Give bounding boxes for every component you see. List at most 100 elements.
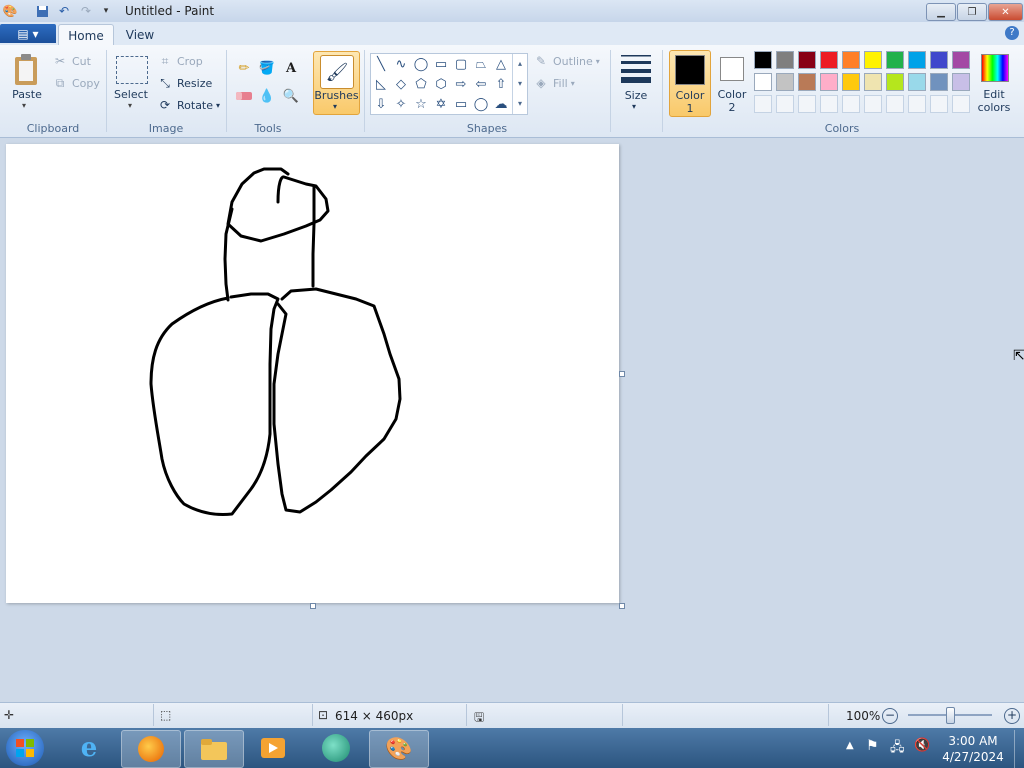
palette-swatch[interactable]: [842, 95, 860, 113]
show-desktop-button[interactable]: [1014, 730, 1024, 768]
paint-app-icon[interactable]: 🎨: [2, 3, 18, 19]
help-icon[interactable]: ?: [1005, 26, 1019, 40]
pentagon-shape-icon[interactable]: ⬠: [411, 74, 431, 94]
save-icon[interactable]: [34, 3, 50, 19]
text-tool-icon[interactable]: A: [281, 58, 301, 78]
minimize-button[interactable]: ▁: [926, 3, 956, 21]
palette-swatch[interactable]: [820, 73, 838, 91]
color-picker-icon[interactable]: 💧: [257, 86, 277, 106]
show-hidden-icons[interactable]: ▲: [846, 740, 854, 751]
tab-home[interactable]: Home: [58, 24, 114, 46]
rounded-rectangle-shape-icon[interactable]: ▢: [451, 54, 471, 74]
palette-swatch[interactable]: [864, 51, 882, 69]
start-button[interactable]: [6, 730, 44, 766]
palette-swatch[interactable]: [930, 95, 948, 113]
palette-swatch[interactable]: [886, 51, 904, 69]
edit-colors-button[interactable]: Edit colors: [976, 50, 1012, 115]
palette-swatch[interactable]: [776, 51, 794, 69]
pencil-icon[interactable]: ✏: [234, 58, 254, 78]
palette-swatch[interactable]: [798, 95, 816, 113]
palette-swatch[interactable]: [820, 95, 838, 113]
hexagon-shape-icon[interactable]: ⬡: [431, 74, 451, 94]
customize-quick-access-icon[interactable]: ▾: [98, 3, 114, 19]
volume-muted-icon[interactable]: 🔇: [914, 738, 930, 753]
cut-button[interactable]: ✂ Cut: [52, 52, 91, 70]
palette-swatch[interactable]: [776, 95, 794, 113]
polygon-shape-icon[interactable]: ⏢: [471, 54, 491, 74]
line-shape-icon[interactable]: ╲: [371, 54, 391, 74]
palette-swatch[interactable]: [776, 73, 794, 91]
palette-swatch[interactable]: [952, 73, 970, 91]
color2-button[interactable]: Color 2: [712, 50, 752, 115]
palette-swatch[interactable]: [908, 73, 926, 91]
fill-button[interactable]: ◈ Fill ▾: [533, 74, 574, 92]
select-icon[interactable]: [116, 56, 148, 84]
palette-swatch[interactable]: [908, 95, 926, 113]
resize-handle-right[interactable]: [619, 371, 625, 377]
tab-view[interactable]: View: [116, 24, 164, 45]
select-dropdown-icon[interactable]: ▾: [128, 101, 132, 110]
palette-swatch[interactable]: [952, 51, 970, 69]
network-icon[interactable]: 🖧: [890, 738, 905, 760]
close-button[interactable]: ✕: [988, 3, 1023, 21]
curve-shape-icon[interactable]: ∿: [391, 54, 411, 74]
up-arrow-shape-icon[interactable]: ⇧: [491, 74, 511, 94]
four-point-star-shape-icon[interactable]: ✧: [391, 94, 411, 114]
taskbar-paint[interactable]: 🎨: [369, 730, 429, 768]
zoom-slider-thumb[interactable]: [946, 707, 955, 724]
file-menu-button[interactable]: ▤ ▾: [0, 24, 56, 43]
redo-icon[interactable]: ↷: [78, 3, 94, 19]
taskbar-file-explorer[interactable]: [184, 730, 244, 768]
resize-button[interactable]: ⤡ Resize: [157, 74, 212, 92]
palette-swatch[interactable]: [798, 51, 816, 69]
palette-swatch[interactable]: [886, 73, 904, 91]
palette-swatch[interactable]: [798, 73, 816, 91]
taskbar-firefox[interactable]: [121, 730, 181, 768]
taskbar-internet-explorer[interactable]: e: [60, 730, 118, 766]
zoom-out-button[interactable]: −: [882, 708, 898, 724]
palette-swatch[interactable]: [952, 95, 970, 113]
drawing-canvas[interactable]: [6, 144, 619, 603]
fill-bucket-icon[interactable]: 🪣: [257, 58, 277, 78]
right-arrow-shape-icon[interactable]: ⇨: [451, 74, 471, 94]
rounded-callout-shape-icon[interactable]: ▭: [451, 94, 471, 114]
palette-swatch[interactable]: [930, 51, 948, 69]
action-center-flag-icon[interactable]: ⚑: [866, 738, 879, 754]
system-clock[interactable]: 3:00 AM 4/27/2024: [936, 733, 1010, 765]
palette-swatch[interactable]: [820, 51, 838, 69]
diamond-shape-icon[interactable]: ◇: [391, 74, 411, 94]
restore-button[interactable]: ❐: [957, 3, 987, 21]
color1-button[interactable]: Color 1: [669, 50, 711, 117]
palette-swatch[interactable]: [886, 95, 904, 113]
rotate-button[interactable]: ⟳ Rotate ▾: [157, 96, 220, 114]
paste-button[interactable]: [10, 51, 44, 91]
oval-callout-shape-icon[interactable]: ◯: [471, 94, 491, 114]
cloud-callout-shape-icon[interactable]: ☁: [491, 94, 511, 114]
six-point-star-shape-icon[interactable]: ✡: [431, 94, 451, 114]
palette-swatch[interactable]: [908, 51, 926, 69]
brushes-button[interactable]: 🖌 Brushes ▾: [313, 51, 360, 115]
eraser-icon[interactable]: [234, 86, 254, 106]
size-button[interactable]: Size ▾: [618, 52, 654, 114]
crop-button[interactable]: ⌗ Crop: [157, 52, 203, 70]
paste-dropdown-icon[interactable]: ▾: [22, 101, 26, 110]
palette-swatch[interactable]: [842, 51, 860, 69]
rectangle-shape-icon[interactable]: ▭: [431, 54, 451, 74]
down-arrow-shape-icon[interactable]: ⇩: [371, 94, 391, 114]
palette-swatch[interactable]: [864, 73, 882, 91]
resize-handle-corner[interactable]: [619, 603, 625, 609]
palette-swatch[interactable]: [842, 73, 860, 91]
oval-shape-icon[interactable]: ◯: [411, 54, 431, 74]
zoom-in-button[interactable]: +: [1004, 708, 1020, 724]
magnifier-icon[interactable]: 🔍: [281, 86, 301, 106]
palette-swatch[interactable]: [754, 51, 772, 69]
palette-swatch[interactable]: [754, 73, 772, 91]
taskbar-media-player[interactable]: [244, 730, 302, 766]
copy-button[interactable]: ⧉ Copy: [52, 74, 100, 92]
shapes-scroll[interactable]: ▴ ▾ ▾: [512, 54, 527, 114]
resize-handle-bottom[interactable]: [310, 603, 316, 609]
taskbar-app[interactable]: [307, 730, 365, 766]
left-arrow-shape-icon[interactable]: ⇦: [471, 74, 491, 94]
right-triangle-shape-icon[interactable]: ◺: [371, 74, 391, 94]
palette-swatch[interactable]: [864, 95, 882, 113]
